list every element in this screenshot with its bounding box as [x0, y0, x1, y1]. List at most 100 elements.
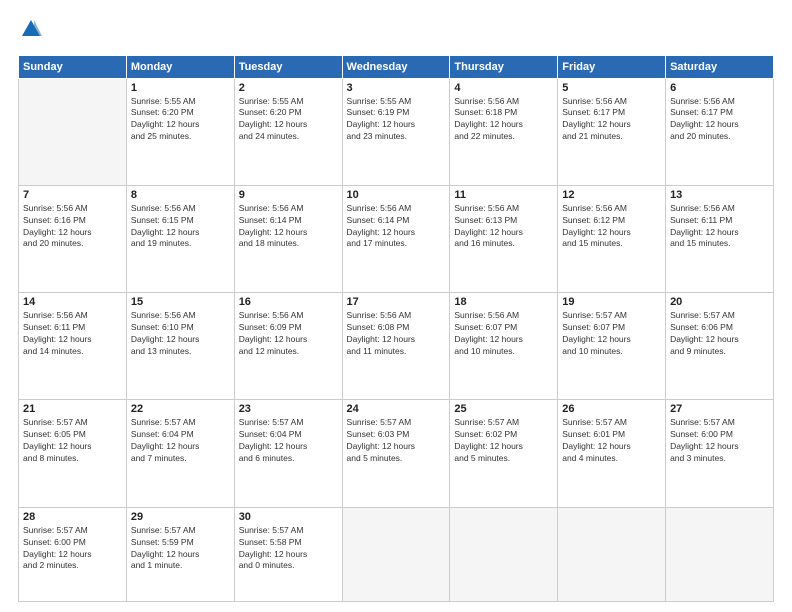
calendar-cell: [558, 507, 666, 601]
calendar-cell: 2 Sunrise: 5:55 AMSunset: 6:20 PMDaylight…: [234, 78, 342, 185]
calendar-cell: 28 Sunrise: 5:57 AMSunset: 6:00 PMDayligh…: [19, 507, 127, 601]
day-number: 12: [562, 189, 661, 201]
day-info: Sunrise: 5:56 AMSunset: 6:18 PMDaylight:…: [454, 96, 553, 144]
day-header-wednesday: Wednesday: [342, 55, 450, 78]
page: SundayMondayTuesdayWednesdayThursdayFrid…: [0, 0, 792, 612]
logo-icon: [20, 18, 42, 40]
day-number: 14: [23, 296, 122, 308]
day-info: Sunrise: 5:56 AMSunset: 6:07 PMDaylight:…: [454, 310, 553, 358]
day-number: 29: [131, 511, 230, 523]
day-info: Sunrise: 5:56 AMSunset: 6:09 PMDaylight:…: [239, 310, 338, 358]
calendar-cell: 18 Sunrise: 5:56 AMSunset: 6:07 PMDayligh…: [450, 293, 558, 400]
calendar-cell: 26 Sunrise: 5:57 AMSunset: 6:01 PMDayligh…: [558, 400, 666, 507]
day-info: Sunrise: 5:55 AMSunset: 6:20 PMDaylight:…: [131, 96, 230, 144]
calendar-cell: [342, 507, 450, 601]
day-info: Sunrise: 5:56 AMSunset: 6:08 PMDaylight:…: [347, 310, 446, 358]
calendar-cell: 9 Sunrise: 5:56 AMSunset: 6:14 PMDaylight…: [234, 185, 342, 292]
day-info: Sunrise: 5:56 AMSunset: 6:17 PMDaylight:…: [562, 96, 661, 144]
day-number: 16: [239, 296, 338, 308]
calendar-cell: 5 Sunrise: 5:56 AMSunset: 6:17 PMDaylight…: [558, 78, 666, 185]
calendar-cell: [450, 507, 558, 601]
week-row-1: 1 Sunrise: 5:55 AMSunset: 6:20 PMDaylight…: [19, 78, 774, 185]
day-number: 4: [454, 82, 553, 94]
day-info: Sunrise: 5:56 AMSunset: 6:13 PMDaylight:…: [454, 203, 553, 251]
day-number: 1: [131, 82, 230, 94]
day-header-friday: Friday: [558, 55, 666, 78]
calendar-cell: 21 Sunrise: 5:57 AMSunset: 6:05 PMDayligh…: [19, 400, 127, 507]
day-info: Sunrise: 5:57 AMSunset: 6:00 PMDaylight:…: [670, 417, 769, 465]
day-header-thursday: Thursday: [450, 55, 558, 78]
day-number: 24: [347, 403, 446, 415]
day-header-monday: Monday: [126, 55, 234, 78]
day-number: 10: [347, 189, 446, 201]
day-number: 19: [562, 296, 661, 308]
calendar-cell: 4 Sunrise: 5:56 AMSunset: 6:18 PMDaylight…: [450, 78, 558, 185]
calendar-cell: [666, 507, 774, 601]
day-number: 17: [347, 296, 446, 308]
day-info: Sunrise: 5:56 AMSunset: 6:11 PMDaylight:…: [670, 203, 769, 251]
day-info: Sunrise: 5:57 AMSunset: 6:02 PMDaylight:…: [454, 417, 553, 465]
day-number: 8: [131, 189, 230, 201]
day-info: Sunrise: 5:56 AMSunset: 6:17 PMDaylight:…: [670, 96, 769, 144]
day-number: 21: [23, 403, 122, 415]
day-number: 9: [239, 189, 338, 201]
day-number: 3: [347, 82, 446, 94]
calendar-cell: 6 Sunrise: 5:56 AMSunset: 6:17 PMDaylight…: [666, 78, 774, 185]
calendar-cell: 20Sunrise: 5:57 AMSunset: 6:06 PMDayligh…: [666, 293, 774, 400]
calendar-cell: 8 Sunrise: 5:56 AMSunset: 6:15 PMDaylight…: [126, 185, 234, 292]
day-number: 6: [670, 82, 769, 94]
day-info: Sunrise: 5:56 AMSunset: 6:14 PMDaylight:…: [239, 203, 338, 251]
day-number: 28: [23, 511, 122, 523]
day-number: 7: [23, 189, 122, 201]
day-number: 20: [670, 296, 769, 308]
calendar-cell: 29 Sunrise: 5:57 AMSunset: 5:59 PMDayligh…: [126, 507, 234, 601]
day-number: 23: [239, 403, 338, 415]
calendar-cell: 10 Sunrise: 5:56 AMSunset: 6:14 PMDayligh…: [342, 185, 450, 292]
day-info: Sunrise: 5:57 AMSunset: 5:58 PMDaylight:…: [239, 525, 338, 573]
calendar-cell: 12Sunrise: 5:56 AMSunset: 6:12 PMDayligh…: [558, 185, 666, 292]
day-info: Sunrise: 5:57 AMSunset: 5:59 PMDaylight:…: [131, 525, 230, 573]
day-info: Sunrise: 5:57 AMSunset: 6:07 PMDaylight:…: [562, 310, 661, 358]
week-row-4: 21 Sunrise: 5:57 AMSunset: 6:05 PMDayligh…: [19, 400, 774, 507]
day-info: Sunrise: 5:56 AMSunset: 6:15 PMDaylight:…: [131, 203, 230, 251]
week-row-5: 28 Sunrise: 5:57 AMSunset: 6:00 PMDayligh…: [19, 507, 774, 601]
calendar-cell: 25 Sunrise: 5:57 AMSunset: 6:02 PMDayligh…: [450, 400, 558, 507]
day-number: 30: [239, 511, 338, 523]
day-info: Sunrise: 5:57 AMSunset: 6:04 PMDaylight:…: [239, 417, 338, 465]
calendar: SundayMondayTuesdayWednesdayThursdayFrid…: [18, 55, 774, 603]
calendar-cell: 7Sunrise: 5:56 AMSunset: 6:16 PMDaylight…: [19, 185, 127, 292]
day-number: 27: [670, 403, 769, 415]
day-number: 2: [239, 82, 338, 94]
calendar-cell: 1 Sunrise: 5:55 AMSunset: 6:20 PMDaylight…: [126, 78, 234, 185]
calendar-cell: 14 Sunrise: 5:56 AMSunset: 6:11 PMDayligh…: [19, 293, 127, 400]
day-info: Sunrise: 5:55 AMSunset: 6:19 PMDaylight:…: [347, 96, 446, 144]
calendar-cell: 27 Sunrise: 5:57 AMSunset: 6:00 PMDayligh…: [666, 400, 774, 507]
calendar-cell: 23 Sunrise: 5:57 AMSunset: 6:04 PMDayligh…: [234, 400, 342, 507]
day-header-saturday: Saturday: [666, 55, 774, 78]
day-info: Sunrise: 5:57 AMSunset: 6:01 PMDaylight:…: [562, 417, 661, 465]
calendar-cell: 16 Sunrise: 5:56 AMSunset: 6:09 PMDayligh…: [234, 293, 342, 400]
week-row-3: 14 Sunrise: 5:56 AMSunset: 6:11 PMDayligh…: [19, 293, 774, 400]
day-header-tuesday: Tuesday: [234, 55, 342, 78]
day-number: 25: [454, 403, 553, 415]
calendar-cell: 19 Sunrise: 5:57 AMSunset: 6:07 PMDayligh…: [558, 293, 666, 400]
week-row-2: 7Sunrise: 5:56 AMSunset: 6:16 PMDaylight…: [19, 185, 774, 292]
day-info: Sunrise: 5:56 AMSunset: 6:11 PMDaylight:…: [23, 310, 122, 358]
day-info: Sunrise: 5:56 AMSunset: 6:14 PMDaylight:…: [347, 203, 446, 251]
calendar-cell: 30 Sunrise: 5:57 AMSunset: 5:58 PMDayligh…: [234, 507, 342, 601]
calendar-cell: 22Sunrise: 5:57 AMSunset: 6:04 PMDayligh…: [126, 400, 234, 507]
calendar-cell: 13Sunrise: 5:56 AMSunset: 6:11 PMDayligh…: [666, 185, 774, 292]
day-number: 18: [454, 296, 553, 308]
day-info: Sunrise: 5:57 AMSunset: 6:05 PMDaylight:…: [23, 417, 122, 465]
day-info: Sunrise: 5:56 AMSunset: 6:10 PMDaylight:…: [131, 310, 230, 358]
calendar-cell: [19, 78, 127, 185]
calendar-cell: 17 Sunrise: 5:56 AMSunset: 6:08 PMDayligh…: [342, 293, 450, 400]
day-number: 26: [562, 403, 661, 415]
day-number: 15: [131, 296, 230, 308]
day-info: Sunrise: 5:55 AMSunset: 6:20 PMDaylight:…: [239, 96, 338, 144]
day-number: 5: [562, 82, 661, 94]
day-info: Sunrise: 5:57 AMSunset: 6:03 PMDaylight:…: [347, 417, 446, 465]
calendar-header-row: SundayMondayTuesdayWednesdayThursdayFrid…: [19, 55, 774, 78]
day-info: Sunrise: 5:57 AMSunset: 6:00 PMDaylight:…: [23, 525, 122, 573]
calendar-cell: 3 Sunrise: 5:55 AMSunset: 6:19 PMDaylight…: [342, 78, 450, 185]
